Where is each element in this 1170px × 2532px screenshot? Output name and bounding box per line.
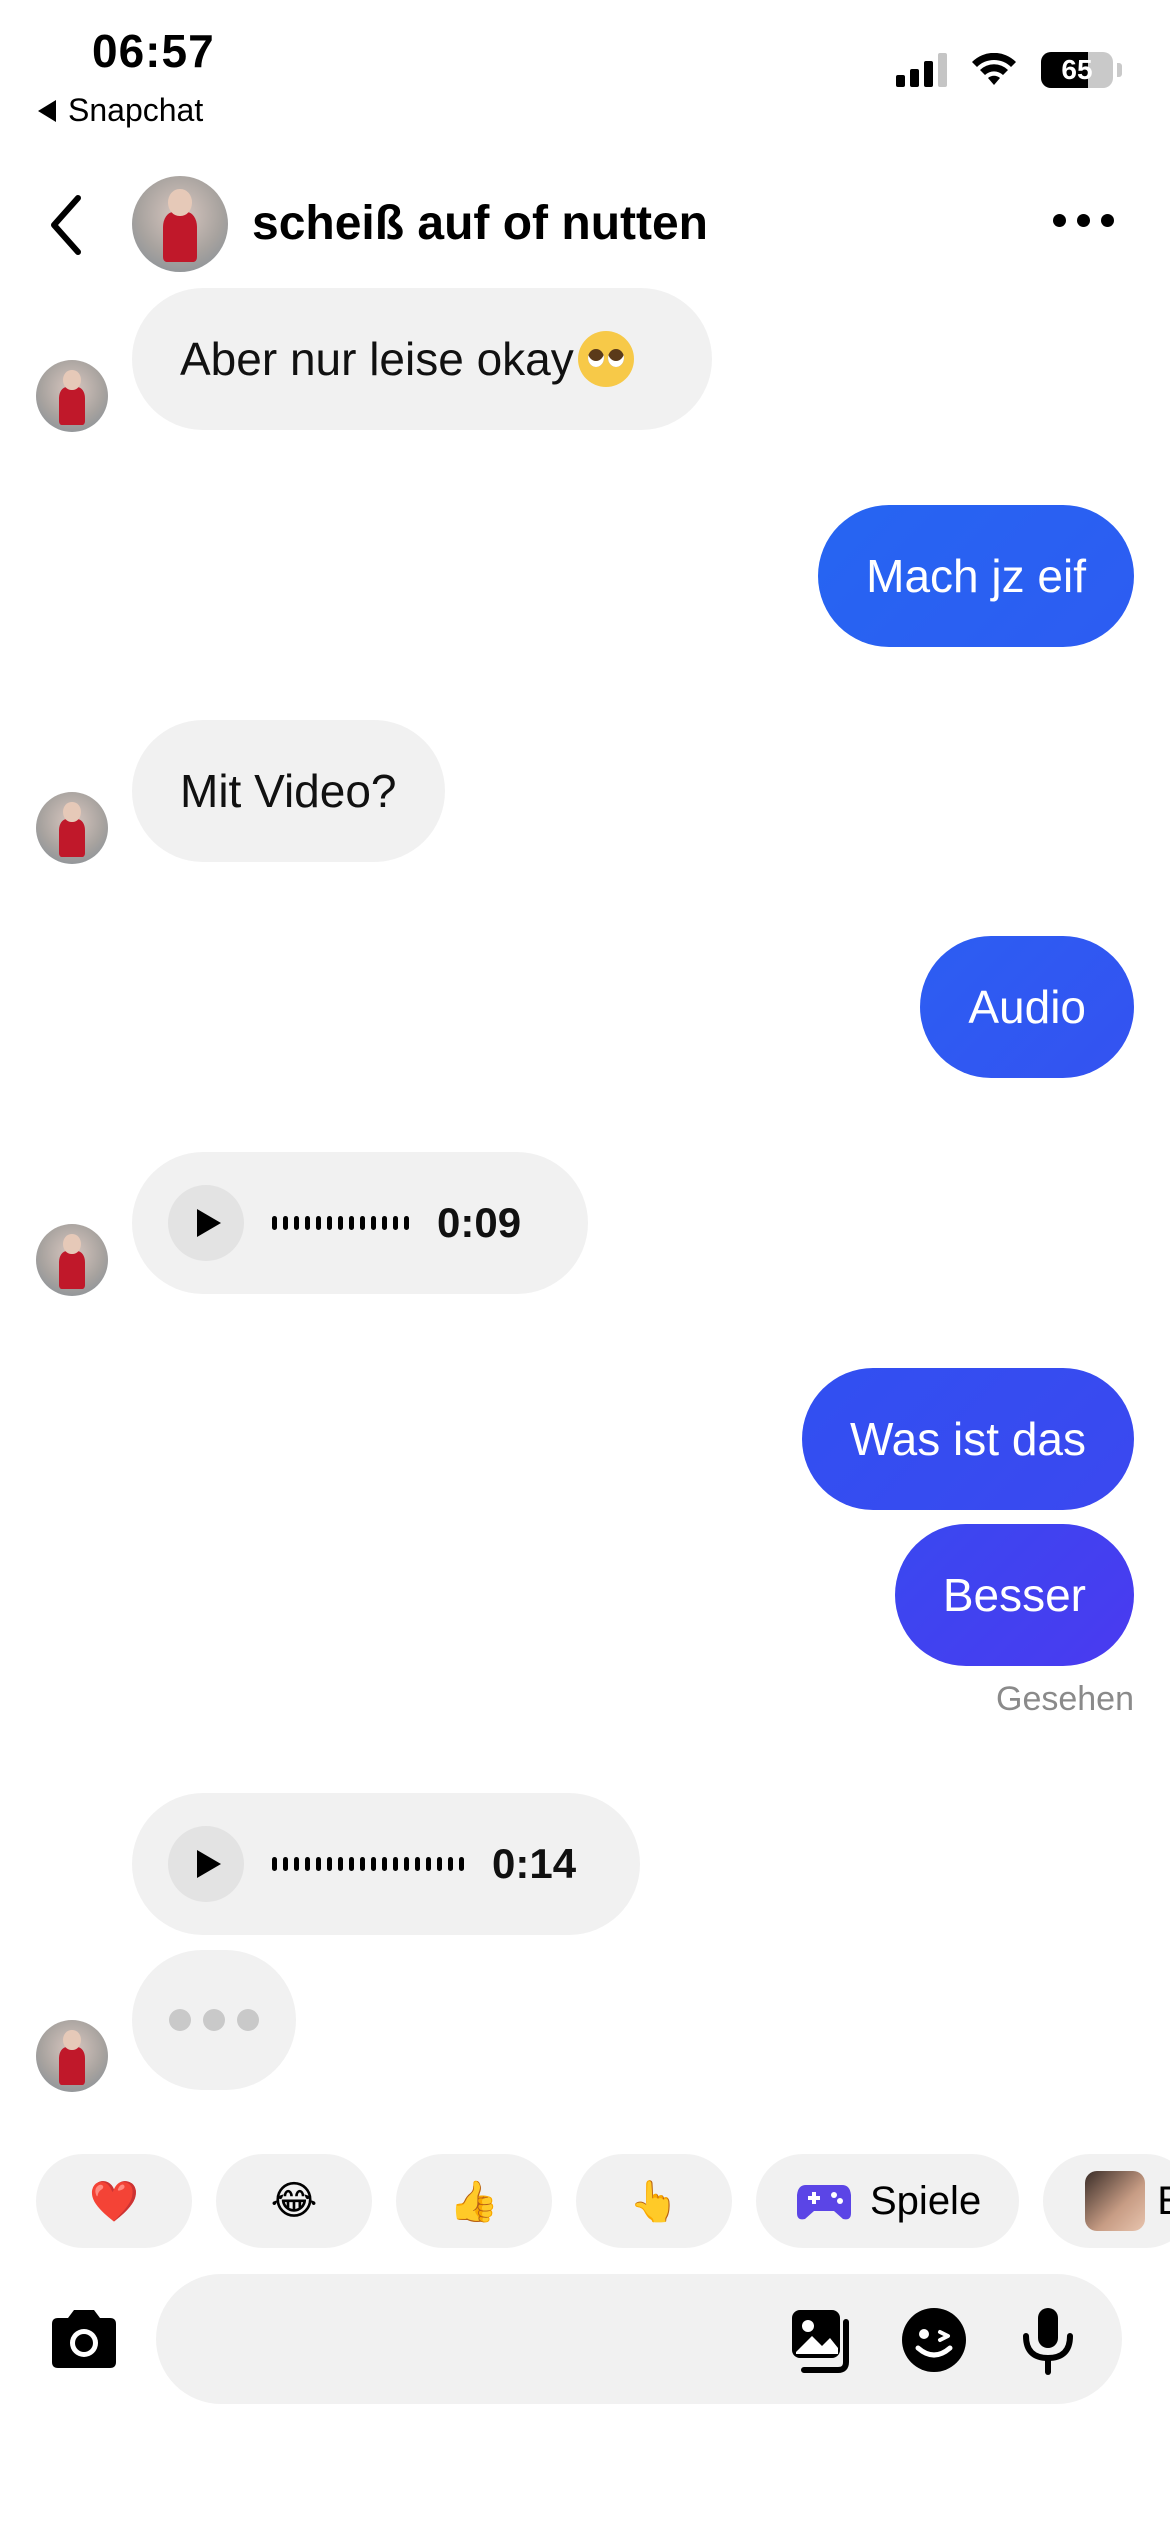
message-bubble[interactable]: Mach jz eif xyxy=(818,505,1134,647)
message-text: Mit Video? xyxy=(180,765,397,817)
chat-avatar[interactable] xyxy=(132,176,228,272)
message-bubble[interactable]: Aber nur leise okay xyxy=(132,288,712,430)
game-controller-icon xyxy=(797,2185,851,2220)
quick-reaction-row: ❤️ 😂 👍 👆 Spiele E xyxy=(36,2154,1170,2248)
lens-chip[interactable]: E xyxy=(1043,2154,1170,2248)
cellular-signal-icon xyxy=(896,53,947,87)
voice-duration: 0:14 xyxy=(492,1840,577,1887)
lens-label: E xyxy=(1157,2179,1170,2224)
games-label: Spiele xyxy=(870,2178,982,2223)
play-icon[interactable] xyxy=(168,1185,244,1261)
sender-avatar[interactable] xyxy=(36,792,108,864)
message-bubble[interactable]: Besser xyxy=(894,1524,1134,1666)
back-to-app-link[interactable]: Snapchat xyxy=(38,92,203,129)
back-triangle-icon xyxy=(38,99,56,122)
message-bubble[interactable]: Audio xyxy=(920,936,1134,1078)
back-chevron-icon[interactable] xyxy=(42,190,92,260)
waveform xyxy=(272,1216,409,1230)
message-text: Audio xyxy=(968,981,1086,1033)
message-text: Aber nur leise okay xyxy=(180,333,574,385)
sticker-emoji-icon[interactable] xyxy=(898,2304,970,2376)
message-text: Was ist das xyxy=(849,1413,1086,1465)
status-icons: 65 xyxy=(896,52,1122,88)
reaction-point-up[interactable]: 👆 xyxy=(576,2154,732,2248)
battery-percent: 65 xyxy=(1061,54,1093,85)
message-input[interactable] xyxy=(156,2274,1122,2404)
play-icon[interactable] xyxy=(168,1826,244,1902)
sender-avatar[interactable] xyxy=(36,360,108,432)
seen-receipt: Gesehen xyxy=(996,1680,1134,1718)
voice-message-bubble[interactable]: 0:14 xyxy=(132,1793,640,1935)
message-bubble[interactable]: Was ist das xyxy=(801,1368,1134,1510)
voice-message-bubble[interactable]: 0:09 xyxy=(132,1152,588,1294)
voice-duration: 0:09 xyxy=(437,1199,522,1246)
message-text: Mach jz eif xyxy=(866,550,1086,602)
back-app-label: Snapchat xyxy=(68,92,204,128)
reaction-heart[interactable]: ❤️ xyxy=(36,2154,192,2248)
microphone-icon[interactable] xyxy=(1012,2304,1084,2376)
typing-indicator xyxy=(132,1950,296,2090)
battery-icon: 65 xyxy=(1041,52,1113,88)
waveform xyxy=(272,1857,464,1871)
wifi-icon xyxy=(972,53,1016,85)
more-options-icon[interactable] xyxy=(1053,214,1114,227)
pleading-face-emoji-icon xyxy=(577,331,634,387)
gallery-icon[interactable] xyxy=(784,2304,856,2376)
sender-avatar[interactable] xyxy=(36,1224,108,1296)
battery-nub xyxy=(1117,63,1122,77)
message-text: Besser xyxy=(942,1569,1086,1621)
sender-avatar[interactable] xyxy=(36,2020,108,2092)
message-bubble[interactable]: Mit Video? xyxy=(132,720,445,862)
status-time: 06:57 xyxy=(92,25,215,77)
chat-title[interactable]: scheiß auf of nutten xyxy=(252,196,708,251)
reaction-thumbs-up[interactable]: 👍 xyxy=(396,2154,552,2248)
camera-icon[interactable] xyxy=(44,2300,124,2380)
reaction-laughing[interactable]: 😂 xyxy=(216,2154,372,2248)
games-button[interactable]: Spiele xyxy=(756,2154,1020,2248)
lens-thumbnail xyxy=(1085,2171,1146,2231)
